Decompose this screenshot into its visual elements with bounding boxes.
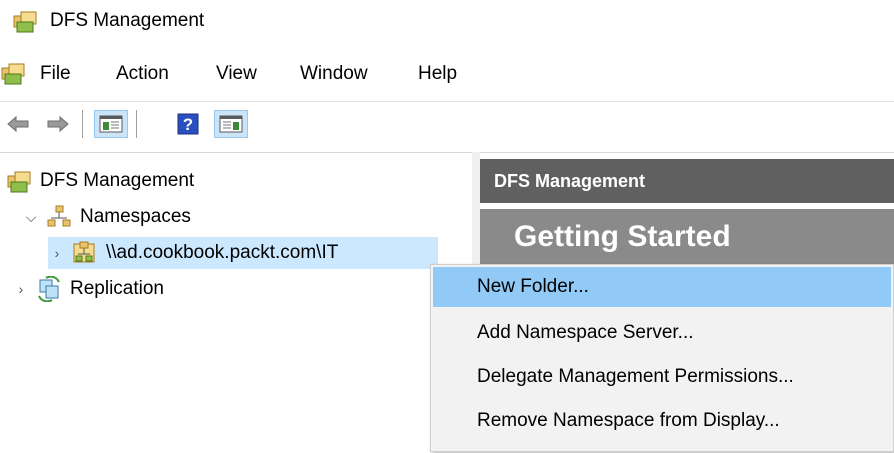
namespace-icon xyxy=(73,241,95,263)
tree-item-replication[interactable]: › Replication xyxy=(12,273,164,305)
dfs-management-icon xyxy=(13,11,37,33)
results-pane-header: DFS Management xyxy=(480,159,894,203)
help-icon: ? xyxy=(177,113,199,135)
show-hide-console-tree-button[interactable] xyxy=(94,110,128,138)
tree-item-dfs-management[interactable]: DFS Management xyxy=(6,165,194,197)
tree-item-label: \\ad.cookbook.packt.com\IT xyxy=(106,242,339,263)
back-icon xyxy=(7,115,29,133)
menu-help[interactable]: Help xyxy=(418,63,457,85)
console-tree: DFS Management ⌵ Namespaces › \\ad.cookb… xyxy=(0,152,472,453)
context-menu-remove-namespace-from-display[interactable]: Remove Namespace from Display... xyxy=(433,401,891,441)
title-bar: DFS Management xyxy=(0,0,894,44)
namespaces-icon xyxy=(47,205,71,227)
context-menu-delegate-management-permissions[interactable]: Delegate Management Permissions... xyxy=(433,357,891,397)
show-hide-console-tree-icon xyxy=(99,115,123,133)
chevron-down-icon[interactable]: ⌵ xyxy=(22,208,40,226)
toolbar: ? xyxy=(0,101,894,144)
replication-icon xyxy=(38,276,60,302)
show-hide-action-pane-icon xyxy=(219,115,243,133)
svg-text:?: ? xyxy=(183,115,193,134)
tree-item-label: Namespaces xyxy=(80,206,191,227)
back-button[interactable] xyxy=(4,110,32,138)
menu-window[interactable]: Window xyxy=(300,63,368,85)
system-menu-icon[interactable] xyxy=(0,60,26,86)
tree-item-label: Replication xyxy=(70,278,164,299)
chevron-right-icon[interactable]: › xyxy=(12,280,30,298)
window-title: DFS Management xyxy=(50,10,205,31)
dfs-management-icon xyxy=(7,171,31,193)
forward-button[interactable] xyxy=(44,110,72,138)
context-menu-add-namespace-server[interactable]: Add Namespace Server... xyxy=(433,313,891,353)
chevron-right-icon[interactable]: › xyxy=(48,244,66,262)
forward-icon xyxy=(47,115,69,133)
context-menu: New Folder... Add Namespace Server... De… xyxy=(430,264,894,452)
toolbar-separator xyxy=(82,110,83,138)
getting-started-heading: Getting Started xyxy=(480,209,894,265)
menu-file[interactable]: File xyxy=(40,63,71,85)
tree-item-label: DFS Management xyxy=(40,170,195,191)
menu-view[interactable]: View xyxy=(216,63,257,85)
context-menu-new-folder[interactable]: New Folder... xyxy=(433,267,891,307)
help-button[interactable]: ? xyxy=(174,110,202,138)
tree-item-namespaces[interactable]: ⌵ Namespaces xyxy=(22,201,191,233)
toolbar-separator xyxy=(136,110,137,138)
menu-action[interactable]: Action xyxy=(116,63,169,85)
show-hide-action-pane-button[interactable] xyxy=(214,110,248,138)
menu-bar: File Action View Window Help xyxy=(0,50,894,94)
tree-item-namespace-it[interactable]: › \\ad.cookbook.packt.com\IT xyxy=(48,237,438,269)
